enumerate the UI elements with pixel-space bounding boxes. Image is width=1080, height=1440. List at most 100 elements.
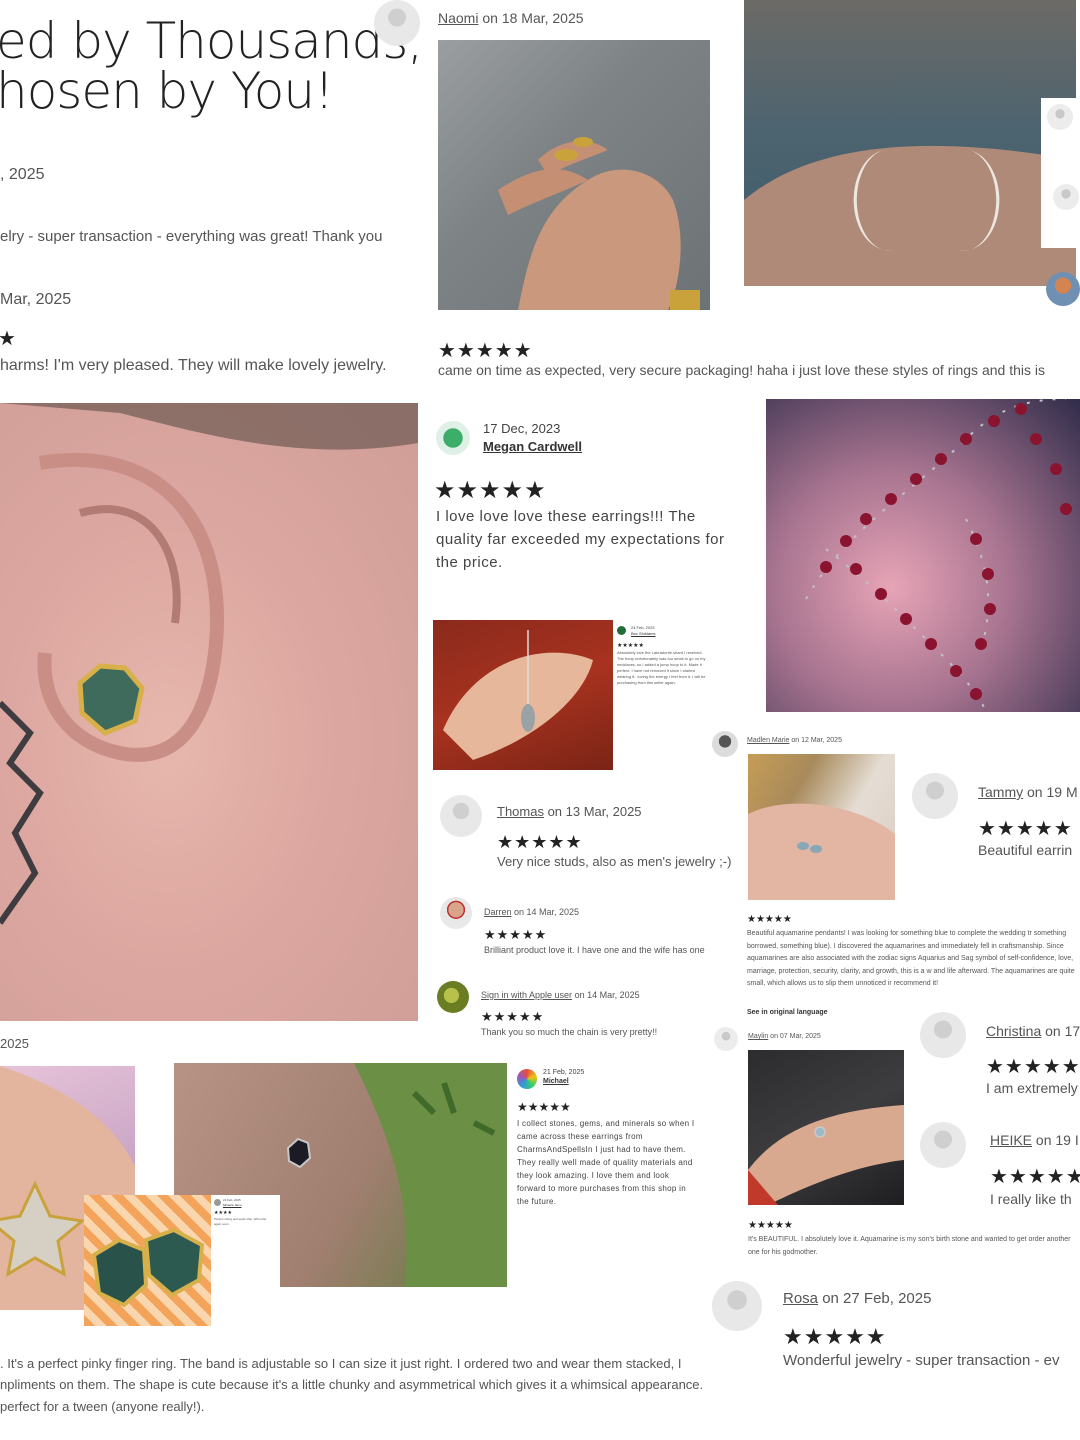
emerald-studs-illustration — [91, 1227, 205, 1308]
reviewer-line: HEIKE on 19 I — [990, 1132, 1079, 1148]
review-text: Thank you so much the chain is very pret… — [481, 1027, 658, 1037]
review-text: came on time as expected, very secure pa… — [438, 362, 1045, 378]
reviewer-name-link[interactable]: Megan Cardwell — [483, 439, 582, 454]
star-rating: ★★★★★ — [438, 340, 533, 362]
reviewer-avatar — [214, 1199, 221, 1206]
reviewer-avatar — [920, 1012, 966, 1058]
star-rating: ★ — [0, 328, 17, 350]
review-text: elry - super transaction - everything wa… — [0, 228, 383, 245]
star-rating: ★★★★★ — [517, 1100, 571, 1114]
pendant-illustration — [443, 630, 593, 760]
reviewer-line: Darren on 14 Mar, 2025 — [484, 907, 579, 917]
review-text: Absolutely love the Labradorite shard I … — [617, 650, 706, 685]
review-text-line: perfect for a tween (anyone really!). — [0, 1399, 205, 1414]
reviewer-name-link[interactable]: Naomi — [438, 10, 478, 26]
reviewer-avatar — [912, 773, 958, 819]
reviewer-line: Tammy on 19 M — [978, 784, 1078, 800]
star-rating: ★★★★★ — [481, 1009, 545, 1024]
review-date: on 07 Mar, 2025 — [768, 1033, 821, 1040]
review-text: Brilliant product love it. I have one an… — [484, 945, 705, 955]
reviewer-line: Maylin on 07 Mar, 2025 — [748, 1033, 821, 1040]
review-date: 21 Feb, 2025 — [223, 1198, 241, 1202]
review-text-line: . It's a perfect pinky finger ring. The … — [0, 1356, 682, 1371]
mini-review-card: 24 Feb, 2025 Bec Shildams ★★★★★ Absolute… — [613, 620, 713, 720]
review-text: It's BEAUTIFUL. I absolutely love it. Aq… — [748, 1236, 1071, 1256]
review-photo-hand-rings[interactable] — [438, 40, 710, 310]
review-photo-aquamarine-ring[interactable] — [748, 1050, 904, 1205]
star-rating: ★★★★★ — [747, 914, 792, 925]
reviewer-avatar — [374, 0, 420, 46]
review-date: 2025 — [0, 1036, 29, 1051]
review-date: on 14 Mar, 2025 — [572, 990, 640, 1000]
review-text: Perfect sizing and quick ship. Will orde… — [214, 1217, 267, 1226]
ear-illustration — [0, 403, 418, 925]
review-date: on 19 I — [1032, 1132, 1079, 1148]
star-rating: ★★★★★ — [484, 927, 548, 942]
review-text: Wonderful jewelry - super transaction - … — [783, 1352, 1060, 1369]
reviewer-name-link[interactable]: Thomas — [497, 804, 544, 819]
review-date: 17 Dec, 2023 — [483, 421, 561, 436]
review-text: Beautiful aquamarine pendants! I was loo… — [747, 930, 1075, 988]
reviewer-avatar — [436, 421, 470, 455]
review-date: on 13 Mar, 2025 — [543, 804, 642, 819]
reviewer-avatar — [1047, 104, 1073, 130]
reviewer-avatar — [920, 1122, 966, 1168]
review-text-line: npliments on them. The shape is cute bec… — [0, 1377, 704, 1392]
reviewer-name-link[interactable]: Mihaela Jianu — [223, 1203, 242, 1207]
moon-rings-illustration — [744, 145, 1076, 286]
review-photo-aquamarine-palm[interactable] — [748, 754, 895, 900]
review-photo-emerald-studs[interactable] — [84, 1195, 211, 1326]
headline-line-1: ed by Thousands, — [0, 12, 423, 70]
star-rating: ★★★★★ — [748, 1220, 793, 1231]
star-rating: ★★★★★ — [434, 477, 547, 504]
reviewer-line: Sign in with Apple user on 14 Mar, 2025 — [481, 990, 640, 1000]
review-date: on 27 Feb, 2025 — [818, 1290, 932, 1307]
reviewer-name-link[interactable]: Christina — [986, 1023, 1041, 1039]
star-rating: ★★★★★ — [978, 818, 1073, 840]
review-text: I love love love these earrings!!! The q… — [436, 508, 725, 571]
reviewer-avatar — [440, 795, 482, 837]
review-text: harms! I'm very pleased. They will make … — [0, 357, 387, 374]
star-rating: ★★★★★ — [990, 1166, 1080, 1188]
review-photo-ear-stud[interactable] — [0, 403, 418, 1021]
reviewer-name-link[interactable]: Bec Shildams — [631, 631, 655, 636]
reviewer-avatar — [1046, 272, 1080, 306]
review-date: on 18 Mar, 2025 — [478, 10, 584, 26]
reviewer-line: Naomi on 18 Mar, 2025 — [438, 10, 584, 26]
translate-link[interactable]: See in original language — [747, 1009, 828, 1016]
reviewer-name-link[interactable]: Michael — [543, 1078, 569, 1085]
reviewer-avatar — [440, 897, 472, 929]
reviewer-line: Madlen Marie on 12 Mar, 2025 — [747, 737, 842, 744]
star-rating: ★★★★★ — [783, 1324, 887, 1349]
reviewer-avatar — [517, 1069, 537, 1089]
headline-line-2: hosen by You! — [0, 62, 334, 120]
reviewer-line: Rosa on 27 Feb, 2025 — [783, 1290, 931, 1307]
reviewer-name-link[interactable]: HEIKE — [990, 1132, 1032, 1148]
review-date: 24 Feb, 2025 — [631, 625, 655, 630]
star-rating: ★★★★ — [214, 1210, 232, 1216]
review-photo-garnet-chain[interactable] — [766, 399, 1080, 712]
review-date: , 2025 — [0, 166, 45, 183]
star-rating: ★★★★★ — [617, 643, 644, 649]
reviewer-name-link[interactable]: Madlen Marie — [747, 737, 789, 744]
review-date: on 14 Mar, 2025 — [511, 907, 580, 917]
reviewer-name-link[interactable]: Rosa — [783, 1290, 818, 1307]
reviewer-name-link[interactable]: Tammy — [978, 784, 1023, 800]
reviewer-avatar — [617, 626, 626, 635]
review-text: Beautiful earrin — [978, 842, 1073, 858]
reviewer-line: Christina on 17 — [986, 1023, 1080, 1039]
reviewer-name-link[interactable]: Sign in with Apple user — [481, 990, 572, 1000]
reviewer-avatar — [437, 981, 469, 1013]
reviewer-avatar — [1053, 184, 1079, 210]
review-photo-pendant[interactable] — [433, 620, 613, 770]
hand-illustration — [498, 137, 700, 310]
reviewer-name-link[interactable]: Darren — [484, 907, 512, 917]
reviewer-avatar — [712, 731, 738, 757]
review-text: I really like th — [990, 1191, 1072, 1207]
review-text: I collect stones, gems, and minerals so … — [517, 1119, 695, 1206]
ring-hand-illustration — [748, 1105, 904, 1205]
reviewer-name-link[interactable]: Maylin — [748, 1033, 768, 1040]
reviewer-avatar — [714, 1027, 738, 1051]
review-date: on 17 — [1041, 1023, 1080, 1039]
review-photo-moon-rings[interactable] — [744, 0, 1076, 286]
